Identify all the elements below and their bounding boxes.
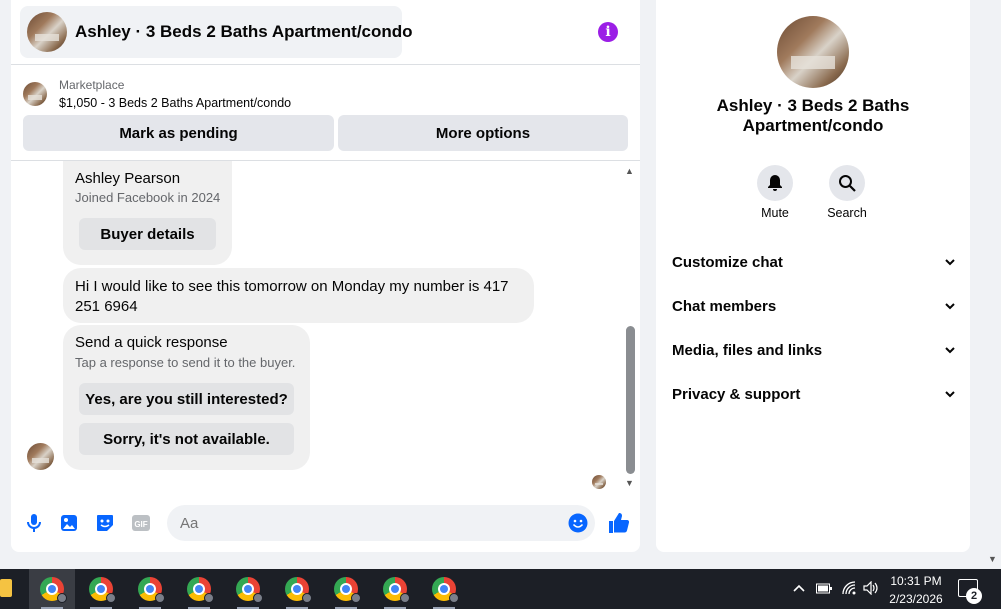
gif-icon-text: GIF bbox=[134, 520, 147, 529]
conversation-details-title: Ashley · 3 Beds 2 Baths Apartment/condo bbox=[716, 96, 910, 135]
conversation-details-panel: Ashley · 3 Beds 2 Baths Apartment/condo … bbox=[656, 0, 970, 552]
sender-avatar[interactable] bbox=[27, 443, 54, 470]
chrome-taskbar-button[interactable] bbox=[78, 569, 124, 609]
scroll-up-arrow[interactable]: ▲ bbox=[625, 166, 634, 176]
emoji-icon[interactable] bbox=[568, 513, 588, 533]
customize-chat-section[interactable]: Customize chat bbox=[672, 250, 956, 274]
buyer-info-card: Ashley Pearson Joined Facebook in 2024 B… bbox=[63, 161, 232, 265]
search-label: Search bbox=[827, 206, 867, 220]
chrome-taskbar-button[interactable] bbox=[225, 569, 271, 609]
mute-button[interactable]: Mute bbox=[745, 165, 805, 220]
sticker-icon[interactable] bbox=[95, 513, 115, 533]
mute-label: Mute bbox=[761, 206, 789, 220]
chat-panel: Ashley · 3 Beds 2 Baths Apartment/condo … bbox=[11, 0, 640, 552]
section-label: Chat members bbox=[672, 297, 777, 315]
message-text: Hi I would like to see this tomorrow on … bbox=[75, 278, 509, 315]
message-input[interactable] bbox=[167, 505, 595, 541]
quick-reply-not-available[interactable]: Sorry, it's not available. bbox=[79, 423, 294, 455]
quick-response-subtitle: Tap a response to send it to the buyer. bbox=[75, 355, 296, 370]
media-files-links-section[interactable]: Media, files and links bbox=[672, 338, 956, 362]
clock-time: 10:31 PM bbox=[890, 574, 942, 588]
system-clock[interactable]: 10:31 PM 2/23/2026 bbox=[884, 572, 948, 608]
search-button[interactable]: Search bbox=[817, 165, 877, 220]
mark-as-pending-button[interactable]: Mark as pending bbox=[23, 115, 334, 151]
profile-badge-icon bbox=[253, 593, 263, 603]
profile-badge-icon bbox=[302, 593, 312, 603]
listing-thumbnail-small bbox=[23, 82, 47, 106]
section-label: Privacy & support bbox=[672, 385, 801, 403]
profile-badge-icon bbox=[449, 593, 459, 603]
chat-members-section[interactable]: Chat members bbox=[672, 294, 956, 318]
conversation-title: Ashley · 3 Beds 2 Baths Apartment/condo bbox=[75, 22, 413, 41]
chrome-taskbar-button[interactable] bbox=[29, 569, 75, 609]
image-icon[interactable] bbox=[59, 513, 79, 533]
chrome-taskbar-button[interactable] bbox=[372, 569, 418, 609]
chrome-taskbar-button[interactable] bbox=[274, 569, 320, 609]
section-label: Customize chat bbox=[672, 253, 783, 271]
profile-badge-icon bbox=[400, 593, 410, 603]
read-receipt-avatar bbox=[592, 475, 606, 489]
search-icon bbox=[829, 165, 865, 201]
quick-reply-still-interested[interactable]: Yes, are you still interested? bbox=[79, 383, 294, 415]
quick-response-card: Send a quick response Tap a response to … bbox=[63, 325, 310, 470]
clock-date: 2/23/2026 bbox=[889, 592, 943, 606]
privacy-support-section[interactable]: Privacy & support bbox=[672, 382, 956, 406]
quick-response-title: Send a quick response bbox=[75, 334, 228, 351]
message-bubble: Hi I would like to see this tomorrow on … bbox=[63, 268, 534, 323]
profile-badge-icon bbox=[155, 593, 165, 603]
thumbs-up-icon[interactable] bbox=[607, 511, 631, 535]
buyer-name: Ashley Pearson bbox=[75, 170, 181, 187]
file-explorer-icon[interactable] bbox=[0, 579, 12, 597]
buyer-details-button[interactable]: Buyer details bbox=[79, 218, 216, 250]
chevron-down-icon bbox=[945, 347, 955, 354]
chrome-taskbar-button[interactable] bbox=[127, 569, 173, 609]
conversation-header[interactable]: Ashley · 3 Beds 2 Baths Apartment/condo bbox=[20, 6, 413, 58]
chevron-down-icon bbox=[945, 303, 955, 310]
chevron-down-icon bbox=[945, 259, 955, 266]
profile-badge-icon bbox=[204, 593, 214, 603]
section-label: Media, files and links bbox=[672, 341, 823, 359]
chrome-taskbar-button[interactable] bbox=[323, 569, 369, 609]
volume-icon[interactable] bbox=[863, 581, 879, 595]
marketplace-label: Marketplace bbox=[59, 78, 125, 92]
chevron-up-icon[interactable] bbox=[793, 583, 805, 593]
notification-count-badge: 2 bbox=[966, 588, 982, 604]
marketplace-listing[interactable]: Marketplace $1,050 - 3 Beds 2 Baths Apar… bbox=[23, 76, 291, 112]
wifi-icon[interactable] bbox=[842, 581, 857, 595]
chrome-taskbar-button[interactable] bbox=[176, 569, 222, 609]
chrome-taskbar-button[interactable] bbox=[421, 569, 467, 609]
windows-taskbar: 10:31 PM 2/23/2026 2 bbox=[0, 569, 1001, 609]
info-icon[interactable]: i bbox=[598, 22, 618, 42]
microphone-icon[interactable] bbox=[24, 513, 44, 533]
scroll-down-arrow[interactable]: ▼ bbox=[625, 478, 634, 488]
buyer-joined-date: Joined Facebook in 2024 bbox=[75, 190, 221, 205]
profile-badge-icon bbox=[351, 593, 361, 603]
bell-icon bbox=[757, 165, 793, 201]
listing-summary: $1,050 - 3 Beds 2 Baths Apartment/condo bbox=[59, 96, 292, 110]
listing-thumbnail bbox=[27, 12, 67, 52]
profile-badge-icon bbox=[57, 593, 67, 603]
more-options-button[interactable]: More options bbox=[338, 115, 628, 151]
page-scroll-down-arrow[interactable]: ▼ bbox=[988, 554, 997, 564]
chevron-down-icon bbox=[945, 391, 955, 398]
divider bbox=[11, 64, 640, 65]
gif-icon[interactable]: GIF bbox=[131, 513, 151, 533]
battery-icon[interactable] bbox=[816, 583, 832, 594]
conversation-avatar bbox=[777, 16, 849, 88]
scrollbar-thumb[interactable] bbox=[626, 326, 635, 474]
profile-badge-icon bbox=[106, 593, 116, 603]
